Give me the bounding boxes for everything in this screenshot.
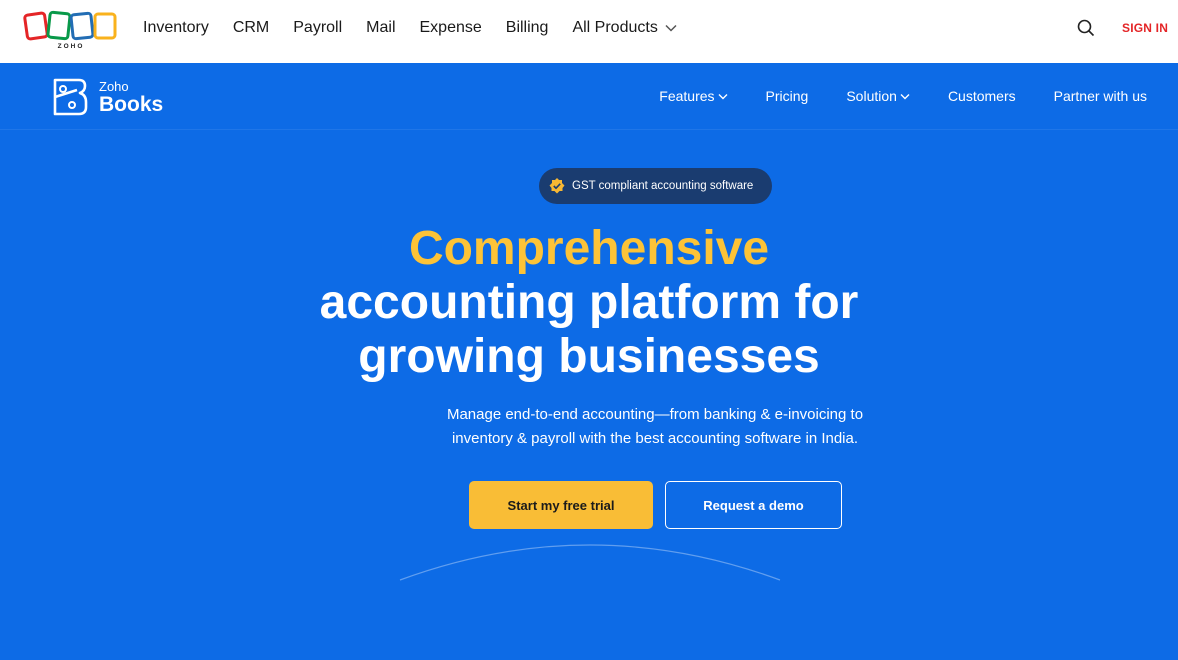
nav-expense[interactable]: Expense: [420, 19, 482, 37]
badge-text: GST compliant accounting software: [572, 180, 754, 192]
hero-title-line-2: accounting platform for: [319, 276, 859, 329]
chevron-down-icon: [665, 24, 677, 32]
nav-label: Pricing: [765, 88, 809, 104]
chevron-down-icon: [718, 93, 728, 99]
decorative-arc: [399, 544, 781, 581]
chevron-down-icon: [900, 93, 910, 99]
product-nav: Features Pricing Solution Customers Part…: [621, 63, 1147, 129]
nav-partner[interactable]: Partner with us: [1054, 88, 1147, 104]
books-logo-wordmark: Zoho Books: [99, 80, 163, 115]
nav-customers[interactable]: Customers: [948, 88, 1016, 104]
gst-badge: GST compliant accounting software: [539, 168, 772, 204]
hero-title-accent: Comprehensive: [408, 222, 770, 275]
nav-mail[interactable]: Mail: [366, 19, 395, 37]
nav-label: CRM: [232, 19, 270, 36]
nav-pricing[interactable]: Pricing: [766, 88, 809, 104]
books-logo-icon: [53, 78, 88, 116]
logo-small-text: Zoho: [99, 78, 129, 94]
hero-subtitle-line-2: inventory & payroll with the best accoun…: [451, 430, 859, 447]
nav-features[interactable]: Features: [659, 88, 728, 104]
nav-inventory[interactable]: Inventory: [143, 19, 209, 37]
zoho-books-logo[interactable]: Zoho Books: [49, 76, 163, 118]
nav-all-products[interactable]: All Products: [572, 19, 677, 37]
nav-label: Payroll: [293, 19, 343, 36]
nav-label: Partner with us: [1053, 88, 1147, 104]
nav-label: Inventory: [143, 19, 209, 36]
global-nav: Inventory CRM Payroll Mail Expense Billi…: [131, 0, 689, 56]
nav-label: Features: [659, 88, 715, 104]
global-topbar: ZOHO Inventory CRM Payroll Mail Expense …: [0, 0, 1178, 63]
zoho-logo[interactable]: ZOHO: [23, 8, 119, 50]
sign-in-link[interactable]: SIGN IN: [1122, 21, 1168, 35]
nav-label: All Products: [572, 19, 658, 36]
zoho-logo-text: ZOHO: [58, 43, 85, 50]
verified-badge-icon: [549, 178, 565, 194]
nav-solution[interactable]: Solution: [846, 88, 910, 104]
hero-title: Comprehensive accounting platform for gr…: [0, 222, 1178, 384]
nav-billing[interactable]: Billing: [506, 19, 549, 37]
nav-label: Billing: [505, 19, 549, 36]
hero-subtitle: Manage end-to-end accounting—from bankin…: [0, 403, 1178, 451]
search-icon[interactable]: [1077, 19, 1095, 37]
nav-label: Customers: [947, 88, 1016, 104]
logo-large-text: Books: [99, 92, 164, 116]
hero-title-line-3: growing businesses: [358, 330, 820, 383]
nav-payroll[interactable]: Payroll: [293, 19, 342, 37]
product-header: Zoho Books Features Pricing Solution Cus…: [0, 63, 1178, 130]
nav-label: Solution: [846, 88, 897, 104]
nav-label: Mail: [366, 19, 396, 36]
nav-crm[interactable]: CRM: [233, 19, 269, 37]
hero-subtitle-line-1: Manage end-to-end accounting—from bankin…: [446, 406, 864, 423]
nav-label: Expense: [419, 19, 482, 36]
request-demo-button[interactable]: Request a demo: [665, 481, 842, 529]
start-free-trial-button[interactable]: Start my free trial: [469, 481, 653, 529]
